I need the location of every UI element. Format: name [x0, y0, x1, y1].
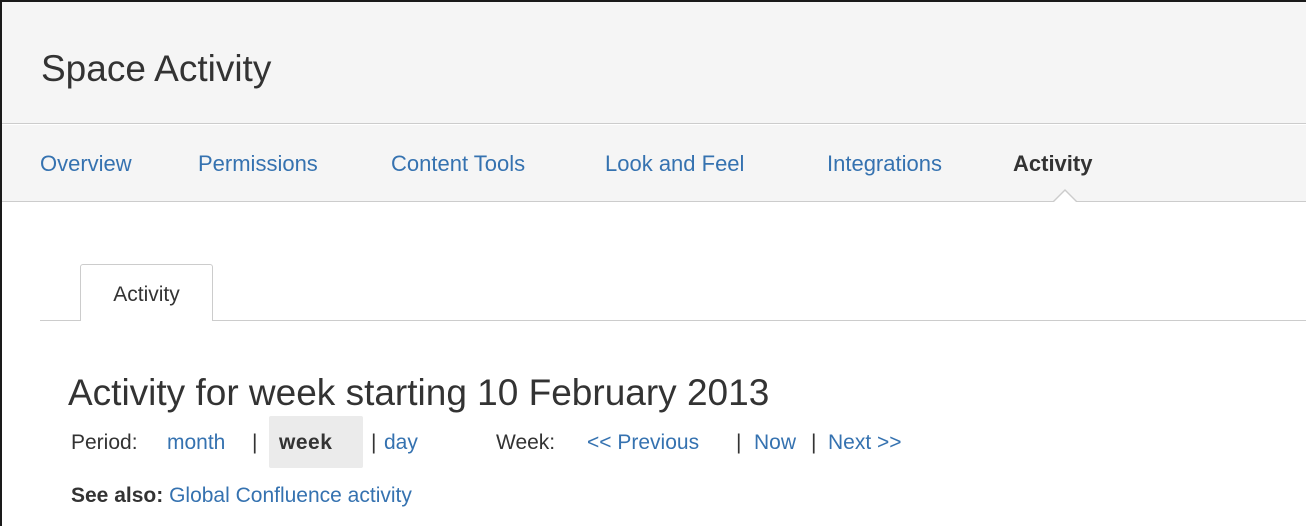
- period-separator: |: [371, 431, 377, 454]
- tabs-divider: [40, 320, 1306, 321]
- week-separator: |: [811, 431, 817, 454]
- week-label: Week:: [496, 431, 556, 454]
- space-tools-nav: Overview Permissions Content Tools Look …: [2, 125, 1306, 202]
- nav-item-content-tools[interactable]: Content Tools: [391, 151, 525, 177]
- period-controls: Period: month | week | day Week: << Prev…: [71, 416, 1071, 468]
- period-month-link[interactable]: month: [167, 431, 225, 455]
- period-separator: |: [252, 431, 258, 454]
- nav-item-permissions[interactable]: Permissions: [198, 151, 318, 177]
- week-separator: |: [736, 431, 742, 454]
- nav-item-look-and-feel[interactable]: Look and Feel: [605, 151, 744, 177]
- activity-heading: Activity for week starting 10 February 2…: [68, 372, 770, 413]
- global-activity-link[interactable]: Global Confluence activity: [169, 484, 412, 507]
- period-day-link[interactable]: day: [384, 431, 418, 455]
- week-previous-link[interactable]: << Previous: [587, 431, 699, 455]
- active-nav-indicator-fill: [1053, 191, 1077, 203]
- week-next-link[interactable]: Next >>: [828, 431, 902, 455]
- period-label: Period:: [71, 431, 138, 454]
- see-also-label: See also:: [71, 484, 164, 507]
- tab-activity[interactable]: Activity: [80, 264, 213, 321]
- page-header: Space Activity: [2, 2, 1306, 124]
- app-window: Space Activity Overview Permissions Cont…: [0, 0, 1306, 526]
- week-now-link[interactable]: Now: [754, 431, 796, 455]
- period-week-label: week: [279, 431, 333, 454]
- page-title: Space Activity: [41, 48, 272, 89]
- see-also: See also: Global Confluence activity: [71, 484, 412, 508]
- nav-item-integrations[interactable]: Integrations: [827, 151, 942, 177]
- nav-item-overview[interactable]: Overview: [40, 151, 132, 177]
- nav-item-activity[interactable]: Activity: [1013, 151, 1092, 177]
